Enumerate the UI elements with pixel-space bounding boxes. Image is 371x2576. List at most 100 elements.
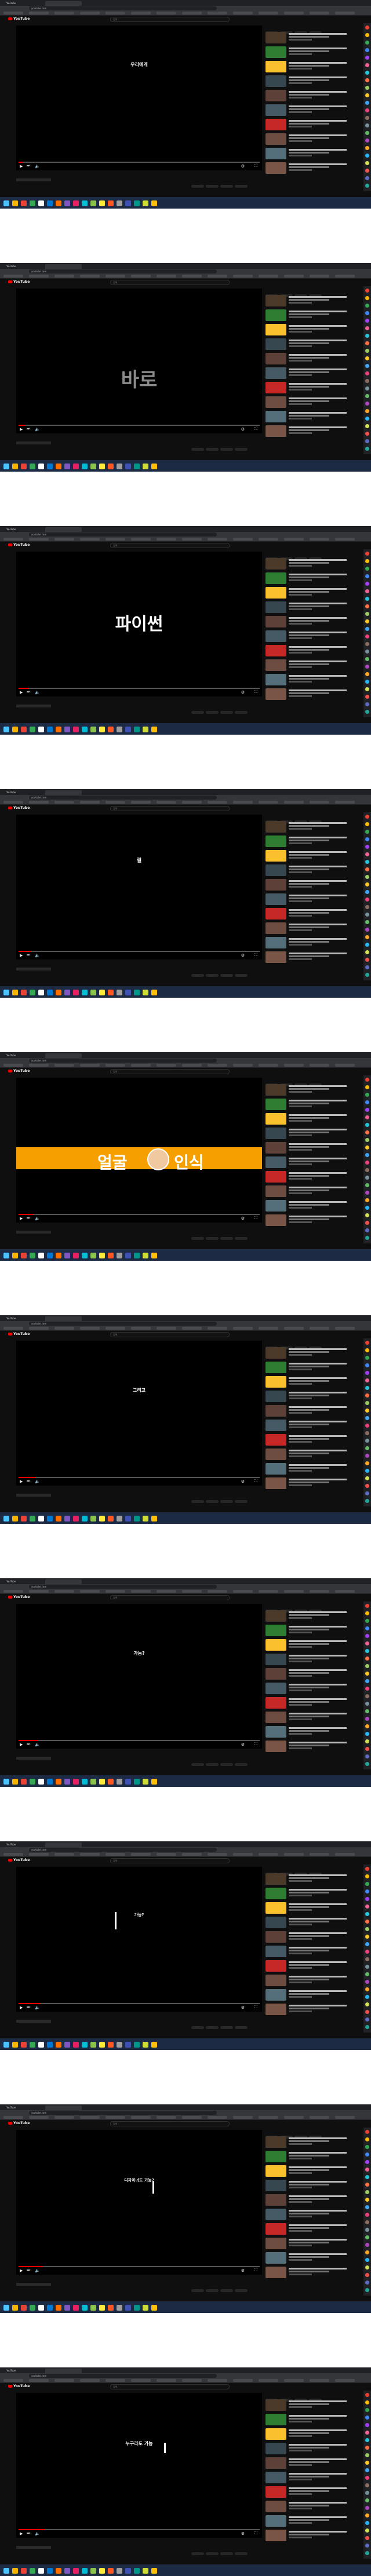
- volume-icon[interactable]: 🔈: [35, 164, 40, 169]
- taskbar-app-icon[interactable]: [3, 1516, 9, 1521]
- bookmark-item[interactable]: [131, 275, 151, 278]
- bookmark-item[interactable]: [284, 1064, 304, 1067]
- recommended-video[interactable]: [265, 2486, 358, 2499]
- video-thumbnail[interactable]: [265, 1873, 286, 1885]
- recommended-video[interactable]: [265, 1697, 358, 1710]
- recommended-video[interactable]: [265, 1113, 358, 1126]
- app-shortcut-icon[interactable]: [365, 1912, 369, 1916]
- video-thumbnail[interactable]: [265, 148, 286, 159]
- bookmark-item[interactable]: [3, 2116, 23, 2119]
- bookmark-item[interactable]: [54, 1853, 74, 1856]
- app-shortcut-icon[interactable]: [365, 296, 369, 300]
- fullscreen-icon[interactable]: ⛶: [254, 2268, 257, 2273]
- taskbar-app-icon[interactable]: [151, 464, 157, 469]
- taskbar-app-icon[interactable]: [3, 2568, 9, 2574]
- app-shortcut-icon[interactable]: [365, 2544, 369, 2548]
- taskbar-app-icon[interactable]: [64, 727, 70, 732]
- app-shortcut-icon[interactable]: [365, 1634, 369, 1638]
- recommended-video[interactable]: [265, 1712, 358, 1724]
- app-shortcut-icon[interactable]: [365, 63, 369, 67]
- app-shortcut-icon[interactable]: [365, 1401, 369, 1405]
- volume-icon[interactable]: 🔈: [35, 2268, 40, 2273]
- taskbar-app-icon[interactable]: [125, 464, 131, 469]
- bookmark-item[interactable]: [259, 2116, 278, 2119]
- bookmark-item[interactable]: [3, 275, 23, 278]
- bookmark-item[interactable]: [259, 538, 278, 541]
- bookmark-item[interactable]: [131, 2379, 151, 2382]
- recommended-video[interactable]: [265, 630, 358, 643]
- bookmark-item[interactable]: [259, 1853, 278, 1856]
- browser-tab-youtube[interactable]: YouTube: [5, 1579, 45, 1584]
- recommended-video[interactable]: [265, 1873, 358, 1886]
- recommended-video[interactable]: [265, 1668, 358, 1681]
- taskbar-app-icon[interactable]: [12, 990, 18, 995]
- search-input[interactable]: 검색: [110, 1595, 230, 1600]
- next-icon[interactable]: ⏭: [27, 163, 30, 169]
- bookmark-item[interactable]: [80, 275, 100, 278]
- video-thumbnail[interactable]: [265, 864, 286, 876]
- browser-tab-youtube[interactable]: YouTube: [5, 2106, 45, 2110]
- taskbar-app-icon[interactable]: [3, 990, 9, 995]
- bookmark-item[interactable]: [310, 1853, 329, 1856]
- app-shortcut-icon[interactable]: [365, 138, 369, 143]
- app-shortcut-icon[interactable]: [365, 1484, 369, 1488]
- video-thumbnail[interactable]: [265, 937, 286, 948]
- youtube-logo-icon[interactable]: [8, 280, 12, 283]
- app-shortcut-icon[interactable]: [365, 371, 369, 375]
- channel-row[interactable]: [16, 705, 51, 707]
- video-player[interactable]: 그리고 ▶ ⏭ 🔈 ⚙ ⛶: [16, 1341, 262, 1486]
- bookmark-item[interactable]: [182, 1853, 202, 1856]
- bookmark-item[interactable]: [182, 12, 202, 14]
- taskbar-app-icon[interactable]: [56, 1779, 61, 1785]
- recommended-video[interactable]: [265, 1639, 358, 1652]
- app-shortcut-icon[interactable]: [365, 837, 369, 841]
- taskbar-app-icon[interactable]: [151, 1779, 157, 1785]
- video-thumbnail[interactable]: [265, 1128, 286, 1139]
- bookmark-item[interactable]: [106, 2379, 125, 2382]
- bookmark-item[interactable]: [3, 801, 23, 804]
- taskbar-app-icon[interactable]: [47, 1779, 53, 1785]
- fullscreen-icon[interactable]: ⛶: [254, 426, 257, 432]
- url-input[interactable]: youtube.com: [29, 269, 217, 273]
- taskbar-app-icon[interactable]: [73, 2568, 79, 2574]
- taskbar-app-icon[interactable]: [3, 2042, 9, 2048]
- app-shortcut-icon[interactable]: [365, 1604, 369, 1608]
- taskbar-app-icon[interactable]: [134, 1779, 140, 1785]
- bookmark-item[interactable]: [54, 12, 74, 14]
- bookmark-item[interactable]: [182, 1590, 202, 1593]
- fullscreen-icon[interactable]: ⛶: [254, 2531, 257, 2536]
- play-icon[interactable]: ▶: [20, 2531, 23, 2536]
- recommended-video[interactable]: [265, 2223, 358, 2236]
- bookmark-item[interactable]: [208, 801, 227, 804]
- app-shortcut-icon[interactable]: [365, 1115, 369, 1119]
- app-shortcut-icon[interactable]: [365, 2461, 369, 2465]
- bookmark-item[interactable]: [259, 1590, 278, 1593]
- app-shortcut-icon[interactable]: [365, 1221, 369, 1225]
- app-shortcut-icon[interactable]: [365, 680, 369, 684]
- video-thumbnail[interactable]: [265, 309, 286, 321]
- app-shortcut-icon[interactable]: [365, 2483, 369, 2487]
- filter-chips[interactable]: [265, 25, 358, 34]
- volume-icon[interactable]: 🔈: [35, 1479, 40, 1484]
- video-thumbnail[interactable]: [265, 2136, 286, 2148]
- taskbar-app-icon[interactable]: [99, 1516, 105, 1521]
- recommended-video[interactable]: [265, 2180, 358, 2192]
- play-icon[interactable]: ▶: [20, 1479, 23, 1484]
- app-shortcut-icon[interactable]: [365, 1965, 369, 1969]
- video-thumbnail[interactable]: [265, 674, 286, 685]
- video-player[interactable]: 파이썬 ▶ ⏭ 🔈 ⚙ ⛶: [16, 552, 262, 696]
- app-shortcut-icon[interactable]: [365, 2506, 369, 2510]
- taskbar-app-icon[interactable]: [56, 727, 61, 732]
- recommended-video[interactable]: [265, 1156, 358, 1169]
- taskbar-app-icon[interactable]: [73, 2305, 79, 2311]
- taskbar-app-icon[interactable]: [151, 1516, 157, 1521]
- bookmark-item[interactable]: [157, 1853, 176, 1856]
- taskbar-app-icon[interactable]: [134, 200, 140, 206]
- youtube-brand[interactable]: YouTube: [13, 2384, 30, 2388]
- app-shortcut-icon[interactable]: [365, 1754, 369, 1758]
- bookmark-item[interactable]: [284, 538, 304, 541]
- taskbar-app-icon[interactable]: [56, 2568, 61, 2574]
- browser-tab-youtube[interactable]: YouTube: [5, 1842, 45, 1847]
- taskbar-app-icon[interactable]: [117, 200, 122, 206]
- taskbar-app-icon[interactable]: [90, 727, 96, 732]
